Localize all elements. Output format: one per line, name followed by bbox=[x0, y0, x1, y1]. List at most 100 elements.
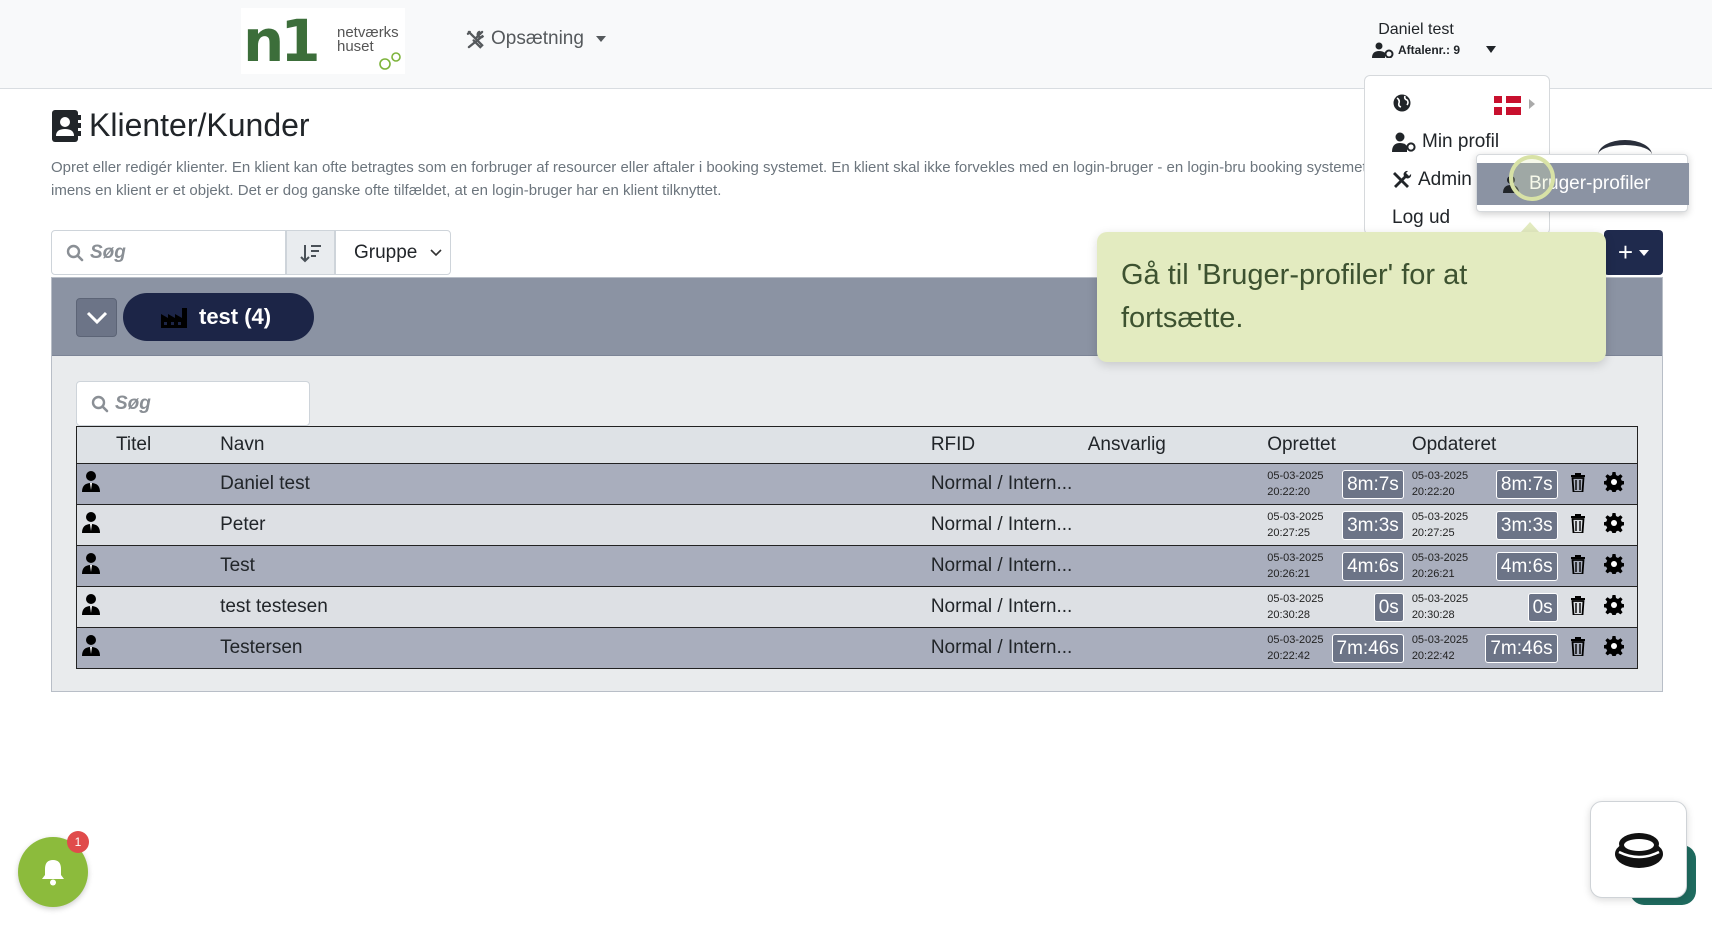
settings-cell bbox=[1601, 627, 1638, 669]
admin-menu-item[interactable]: Admin bbox=[1392, 169, 1472, 191]
settings-button[interactable] bbox=[1602, 511, 1626, 535]
client-name[interactable]: Testersen bbox=[220, 627, 931, 669]
globe-icon bbox=[1393, 94, 1411, 112]
created-time: 20:27:25 bbox=[1267, 527, 1311, 539]
logo[interactable]: n1 netværks huset bbox=[241, 8, 405, 74]
gear-icon bbox=[1603, 595, 1624, 615]
table-row[interactable]: Daniel test Normal / Intern... 05-03-2025 2… bbox=[76, 463, 1638, 505]
updated-cell: 05-03-2025 20:26:21 4m:6s bbox=[1411, 545, 1566, 587]
person-icon bbox=[82, 594, 100, 615]
search-icon bbox=[66, 244, 84, 261]
client-name[interactable]: Test bbox=[220, 545, 931, 587]
settings-cell bbox=[1601, 504, 1638, 546]
sort-button[interactable] bbox=[286, 230, 335, 275]
settings-button[interactable] bbox=[1602, 634, 1626, 658]
logout-menu-item[interactable]: Log ud bbox=[1392, 207, 1450, 229]
client-name[interactable]: test testesen bbox=[220, 586, 931, 628]
setup-menu-toggle[interactable]: Opsætning bbox=[466, 28, 606, 50]
search-icon bbox=[91, 395, 109, 412]
delete-button[interactable] bbox=[1566, 593, 1590, 617]
row-icon-cell bbox=[76, 504, 221, 546]
client-name[interactable]: Peter bbox=[220, 504, 931, 546]
updated-date: 05-03-2025 bbox=[1411, 634, 1469, 646]
guide-tooltip: Gå til 'Bruger-profiler' for at fortsætt… bbox=[1097, 232, 1606, 362]
col-header-updated[interactable]: Opdateret bbox=[1411, 426, 1566, 464]
table-row[interactable]: Testersen Normal / Intern... 05-03-2025 20:… bbox=[76, 627, 1638, 669]
updated-duration-badge: 0s bbox=[1527, 592, 1558, 622]
sort-icon bbox=[299, 244, 321, 262]
language-menu-item[interactable] bbox=[1392, 93, 1412, 113]
client-rfid: Normal / Intern... bbox=[930, 627, 1088, 669]
group-select[interactable]: Gruppe bbox=[335, 230, 451, 275]
settings-cell bbox=[1601, 463, 1638, 505]
table-row[interactable]: Peter Normal / Intern... 05-03-2025 20:27:2… bbox=[76, 504, 1638, 546]
delete-button[interactable] bbox=[1566, 552, 1590, 576]
delete-cell bbox=[1565, 545, 1602, 587]
settings-button[interactable] bbox=[1602, 552, 1626, 576]
created-duration-badge: 4m:6s bbox=[1342, 551, 1404, 581]
row-icon-cell bbox=[76, 586, 221, 628]
table-row[interactable]: test testesen Normal / Intern... 05-03-202… bbox=[76, 586, 1638, 628]
user-gear-icon bbox=[1392, 132, 1416, 152]
delete-cell bbox=[1565, 586, 1602, 628]
client-name[interactable]: Daniel test bbox=[220, 463, 931, 505]
col-header-name[interactable]: Navn bbox=[220, 426, 931, 464]
col-header-delete bbox=[1565, 426, 1602, 464]
chevron-down-icon bbox=[86, 311, 107, 324]
table-row[interactable]: Test Normal / Intern... 05-03-2025 20:26:21… bbox=[76, 545, 1638, 587]
col-header-created[interactable]: Oprettet bbox=[1267, 426, 1412, 464]
setup-menu-label: Opsætning bbox=[491, 28, 584, 49]
created-datetime: 05-03-2025 20:22:42 bbox=[1267, 632, 1323, 664]
admin-submenu: Bruger-profiler bbox=[1476, 154, 1689, 212]
settings-cell bbox=[1601, 545, 1638, 587]
logo-text-line2: huset bbox=[337, 38, 374, 55]
updated-duration-badge: 3m:3s bbox=[1495, 510, 1558, 540]
gear-icon bbox=[1603, 513, 1624, 533]
contact-book-icon bbox=[52, 109, 81, 142]
person-icon bbox=[82, 471, 100, 492]
created-time: 20:26:21 bbox=[1267, 568, 1311, 580]
chevron-right-icon bbox=[1529, 99, 1535, 109]
client-rfid: Normal / Intern... bbox=[930, 463, 1088, 505]
updated-datetime: 05-03-2025 20:30:28 bbox=[1412, 591, 1468, 623]
gear-icon bbox=[1603, 472, 1624, 492]
group-badge[interactable]: test (4) bbox=[123, 293, 314, 341]
chat-bot-icon bbox=[1614, 832, 1663, 868]
client-responsible bbox=[1087, 627, 1268, 669]
danish-flag-icon[interactable] bbox=[1494, 96, 1521, 115]
col-header-responsible[interactable]: Ansvarlig bbox=[1087, 426, 1268, 464]
add-label: + bbox=[1617, 237, 1634, 267]
table-header-row: Titel Navn RFID Ansvarlig Oprettet Opdat… bbox=[76, 426, 1638, 464]
created-time: 20:30:28 bbox=[1267, 609, 1311, 621]
search-placeholder: Søg bbox=[90, 241, 126, 263]
add-client-button[interactable]: + bbox=[1604, 230, 1663, 275]
created-time: 20:22:20 bbox=[1267, 486, 1311, 498]
updated-cell: 05-03-2025 20:27:25 3m:3s bbox=[1411, 504, 1566, 546]
delete-button[interactable] bbox=[1566, 511, 1590, 535]
col-header-rfid[interactable]: RFID bbox=[930, 426, 1088, 464]
delete-button[interactable] bbox=[1566, 470, 1590, 494]
col-header-title[interactable]: Titel bbox=[76, 426, 221, 464]
notification-badge: 1 bbox=[67, 831, 89, 853]
created-cell: 05-03-2025 20:22:20 8m:7s bbox=[1267, 463, 1412, 505]
settings-button[interactable] bbox=[1602, 470, 1626, 494]
collapse-group-button[interactable] bbox=[76, 298, 117, 337]
trash-icon bbox=[1570, 595, 1585, 615]
group-search-input[interactable]: Søg bbox=[76, 381, 310, 426]
search-input[interactable]: Søg bbox=[51, 230, 286, 275]
bell-icon bbox=[42, 860, 64, 886]
settings-button[interactable] bbox=[1602, 593, 1626, 617]
chat-widget-button[interactable] bbox=[1590, 801, 1687, 898]
client-responsible bbox=[1087, 545, 1268, 587]
click-indicator bbox=[1509, 155, 1555, 201]
updated-date: 05-03-2025 bbox=[1411, 511, 1469, 523]
user-menu-toggle[interactable]: Daniel test Aftalenr.: 9 bbox=[1372, 21, 1460, 58]
trash-icon bbox=[1570, 472, 1585, 492]
user-chevron-down-icon[interactable] bbox=[1486, 46, 1496, 53]
my-profile-menu-item[interactable]: Min profil bbox=[1392, 131, 1499, 153]
delete-button[interactable] bbox=[1566, 634, 1590, 658]
updated-duration-badge: 7m:46s bbox=[1485, 633, 1558, 663]
created-datetime: 05-03-2025 20:30:28 bbox=[1267, 591, 1323, 623]
person-icon bbox=[82, 512, 100, 533]
group-search-placeholder: Søg bbox=[115, 392, 151, 414]
